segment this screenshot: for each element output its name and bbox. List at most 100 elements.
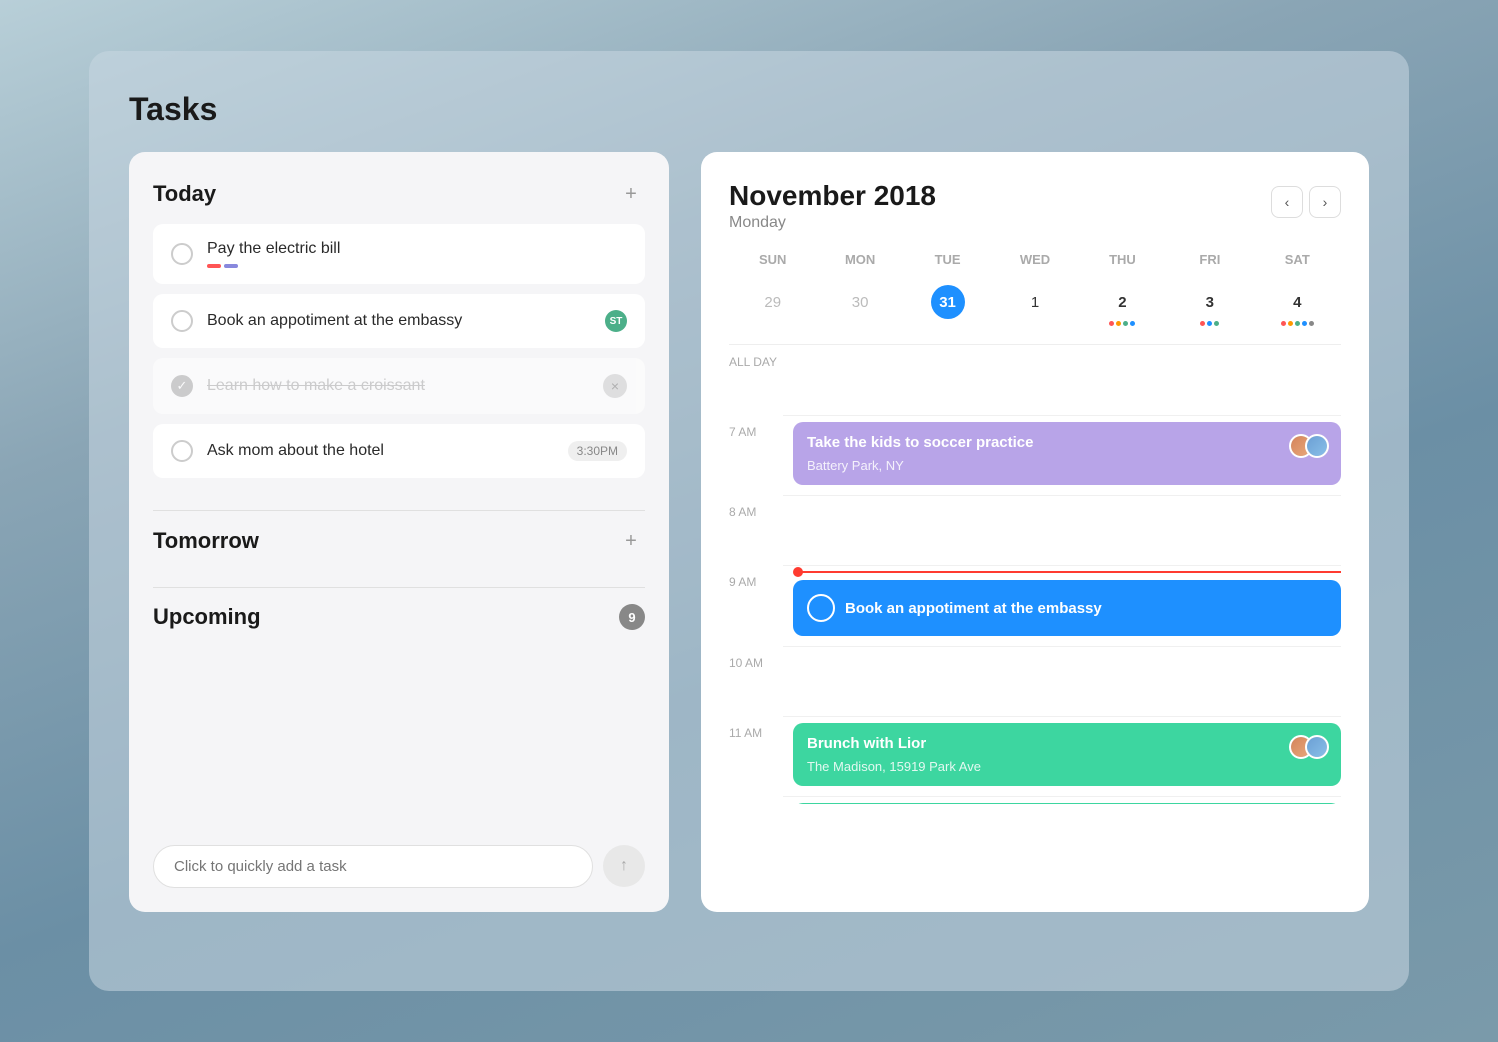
- app-container: Tasks Today + Pay the electric bill: [89, 51, 1409, 991]
- task-4-time: 3:30PM: [568, 441, 627, 461]
- weekday-mon: MON: [816, 248, 903, 271]
- calendar-grid: SUN MON TUE WED THU FRI SAT 29 30: [729, 248, 1341, 332]
- today-section-header: Today +: [153, 180, 645, 208]
- event-embassy-checkbox[interactable]: [807, 594, 835, 622]
- event-brunch-avatars: [1289, 735, 1329, 759]
- event-embassy-title: Book an appotiment at the embassy: [845, 600, 1102, 617]
- tomorrow-title: Tomorrow: [153, 528, 259, 554]
- app-title: Tasks: [129, 91, 1369, 128]
- time-label-allday: ALL DAY: [729, 345, 783, 369]
- timeline-row-7am: 7 AM Take the kids to soccer practice Ba…: [729, 415, 1341, 495]
- dot: [1214, 321, 1219, 326]
- timeline-row-9am: 9 AM Book an appotiment at the embassy: [729, 565, 1341, 646]
- add-today-button[interactable]: +: [617, 180, 645, 208]
- dot: [1116, 321, 1121, 326]
- timeline-content-7am: Take the kids to soccer practice Battery…: [783, 415, 1341, 495]
- priority-dot-red: [207, 264, 221, 268]
- task-4-text: Ask mom about the hotel: [207, 442, 554, 460]
- task-item-completed: Learn how to make a croissant ×: [153, 358, 645, 414]
- weekday-sun: SUN: [729, 248, 816, 271]
- event-brunch[interactable]: Brunch with Lior The Madison, 15919 Park…: [793, 723, 1341, 786]
- event-soccer-location: Battery Park, NY: [807, 458, 1327, 473]
- timeline-content-10am: [783, 646, 1341, 659]
- task-3-text: Learn how to make a croissant: [207, 377, 589, 395]
- tomorrow-header: Tomorrow +: [153, 527, 645, 555]
- timeline-content-11am: Brunch with Lior The Madison, 15919 Park…: [783, 716, 1341, 796]
- calendar-month: November 2018: [729, 180, 936, 212]
- time-label-11am: 11 AM: [729, 716, 783, 740]
- cal-date-4[interactable]: 4: [1254, 279, 1341, 332]
- task-4-checkbox[interactable]: [171, 440, 193, 462]
- add-tomorrow-button[interactable]: +: [617, 527, 645, 555]
- left-panel: Today + Pay the electric bill: [129, 152, 669, 912]
- dot: [1123, 321, 1128, 326]
- current-time-indicator: [793, 572, 1341, 574]
- quick-add-submit-button[interactable]: ↑: [603, 845, 645, 887]
- event-brunch-title: Brunch with Lior: [807, 735, 926, 752]
- cal-date-1[interactable]: 1: [991, 279, 1078, 332]
- event-embassy[interactable]: Book an appotiment at the embassy: [793, 580, 1341, 636]
- weekday-sat: SAT: [1254, 248, 1341, 271]
- dot: [1130, 321, 1135, 326]
- time-label-12pm: 12 PM: [729, 796, 783, 804]
- task-item: Ask mom about the hotel 3:30PM: [153, 424, 645, 478]
- dot: [1109, 321, 1114, 326]
- time-label-7am: 7 AM: [729, 415, 783, 439]
- right-panel: November 2018 Monday ‹ › SUN MON TUE WED…: [701, 152, 1369, 912]
- timeline-row-8am: 8 AM: [729, 495, 1341, 565]
- cal-date-29[interactable]: 29: [729, 279, 816, 332]
- task-2-text: Book an appotiment at the embassy: [207, 312, 591, 330]
- dot: [1302, 321, 1307, 326]
- time-label-9am: 9 AM: [729, 565, 783, 589]
- quick-add-input[interactable]: [153, 845, 593, 888]
- event-soccer-avatars: [1289, 434, 1329, 458]
- task-1-checkbox[interactable]: [171, 243, 193, 265]
- weekday-fri: FRI: [1166, 248, 1253, 271]
- timeline-content-12pm: Brunch with Lior: [783, 796, 1341, 804]
- tomorrow-section: Tomorrow +: [153, 527, 645, 571]
- timeline-row-12pm: 12 PM Brunch with Lior: [729, 796, 1341, 804]
- task-2-checkbox[interactable]: [171, 310, 193, 332]
- dot: [1200, 321, 1205, 326]
- upcoming-title: Upcoming: [153, 604, 261, 630]
- event-brunch-2[interactable]: Brunch with Lior: [793, 803, 1341, 804]
- timeline-row-10am: 10 AM: [729, 646, 1341, 716]
- timeline-content-8am: [783, 495, 1341, 508]
- cal-date-2[interactable]: 2: [1079, 279, 1166, 332]
- task-item: Book an appotiment at the embassy ST: [153, 294, 645, 348]
- timeline-content-9am: Book an appotiment at the embassy: [783, 565, 1341, 646]
- event-soccer[interactable]: Take the kids to soccer practice Battery…: [793, 422, 1341, 485]
- allday-content: [783, 345, 1341, 357]
- calendar-weekdays: SUN MON TUE WED THU FRI SAT: [729, 248, 1341, 271]
- divider: [153, 510, 645, 511]
- task-1-text: Pay the electric bill: [207, 240, 627, 258]
- task-3-remove-button[interactable]: ×: [603, 374, 627, 398]
- calendar-header: November 2018 Monday ‹ ›: [729, 180, 1341, 232]
- allday-row: ALL DAY: [729, 345, 1341, 415]
- calendar-next-button[interactable]: ›: [1309, 186, 1341, 218]
- weekday-wed: WED: [991, 248, 1078, 271]
- event-soccer-title: Take the kids to soccer practice: [807, 434, 1034, 451]
- divider-2: [153, 587, 645, 588]
- weekday-tue: TUE: [904, 248, 991, 271]
- task-3-checkbox[interactable]: [171, 375, 193, 397]
- upcoming-section: Upcoming 9: [153, 604, 645, 646]
- dot: [1288, 321, 1293, 326]
- event-brunch-location: The Madison, 15919 Park Ave: [807, 759, 1327, 774]
- today-title: Today: [153, 181, 216, 207]
- priority-dot-purple: [224, 264, 238, 268]
- cal-date-30[interactable]: 30: [816, 279, 903, 332]
- avatar-2: [1305, 434, 1329, 458]
- cal-date-3[interactable]: 3: [1166, 279, 1253, 332]
- task-2-avatar: ST: [605, 310, 627, 332]
- time-label-8am: 8 AM: [729, 495, 783, 519]
- cal-dots-2: [1109, 321, 1135, 326]
- upcoming-count-badge: 9: [619, 604, 645, 630]
- weekday-thu: THU: [1079, 248, 1166, 271]
- calendar-prev-button[interactable]: ‹: [1271, 186, 1303, 218]
- task-1-priority: [207, 264, 627, 268]
- cal-date-31[interactable]: 31: [904, 279, 991, 332]
- task-item: Pay the electric bill: [153, 224, 645, 284]
- calendar-month-block: November 2018 Monday: [729, 180, 936, 232]
- main-layout: Today + Pay the electric bill: [129, 152, 1369, 912]
